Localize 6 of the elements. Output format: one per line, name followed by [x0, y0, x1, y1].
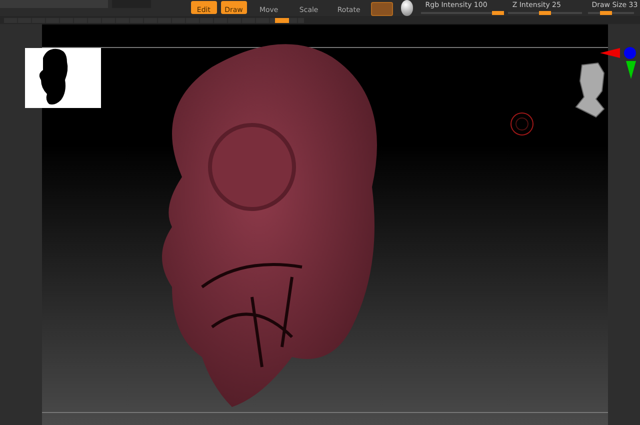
slider-thumb[interactable] [600, 11, 612, 15]
brush-cursor-icon [510, 112, 534, 136]
slider-thumb[interactable] [539, 11, 552, 15]
slider-thumb[interactable] [492, 11, 504, 15]
material-swatch[interactable] [370, 2, 393, 16]
material-sphere-icon[interactable] [400, 0, 414, 16]
